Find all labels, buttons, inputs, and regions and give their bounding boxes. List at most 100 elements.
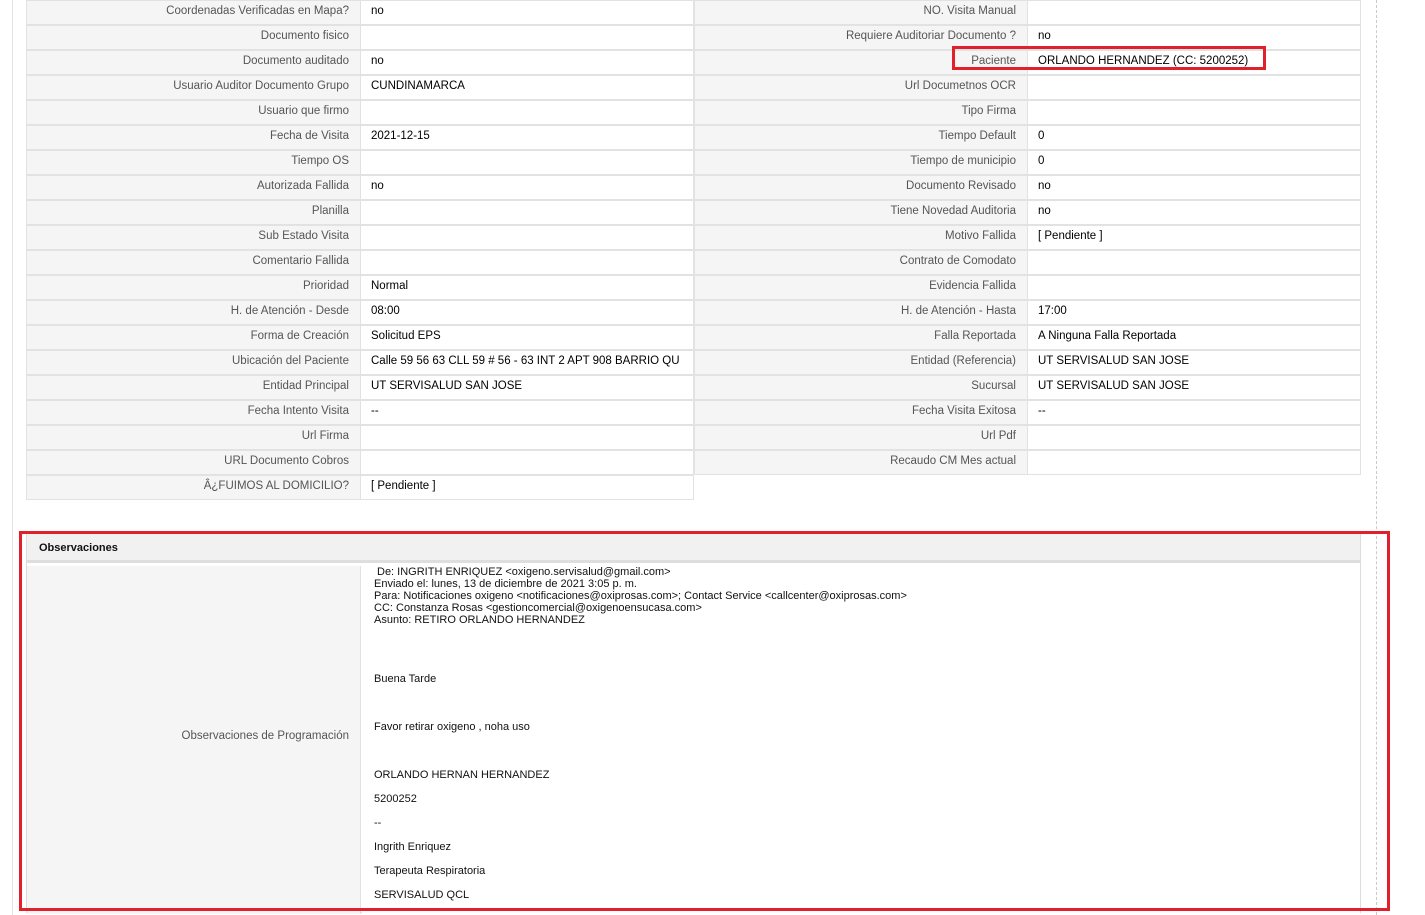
field-label-url-pdf: Url Pdf [694,425,1028,450]
email-signature-company: SERVISALUD QCL [374,889,470,901]
table-row: Usuario Auditor Documento Grupo CUNDINAMA… [26,75,1361,100]
field-value-fecha-intento-visita: -- [360,400,694,425]
email-cc-line: CC: Constanza Rosas <gestioncomercial@ox… [374,602,702,614]
field-label-h-de-atencion-desde: H. de Atención - Desde [26,300,361,325]
field-value-requiere-auditoriar-documento: no [1027,25,1361,50]
field-value-paciente: ORLANDO HERNANDEZ (CC: 5200252) [1027,50,1361,75]
field-label-forma-de-creacion: Forma de Creación [26,325,361,350]
table-row: Planilla Tiene Novedad Auditoria no [26,200,1361,225]
field-label-no-visita-manual: NO. Visita Manual [694,0,1028,25]
field-value-documento-fisico [360,25,694,50]
field-value-autorizada-fallida: no [360,175,694,200]
field-value-url-firma [360,425,694,450]
field-value-h-de-atencion-desde: 08:00 [360,300,694,325]
field-value-url-pdf [1027,425,1361,450]
field-label-motivo-fallida: Motivo Fallida [694,225,1028,250]
table-row: Ubicación del Paciente Calle 59 56 63 CLL… [26,350,1361,375]
email-from-line: De: INGRITH ENRIQUEZ <oxigeno.servisalud… [377,566,671,578]
field-value-no-visita-manual [1027,0,1361,25]
field-label-usuario-auditor-documento-grupo: Usuario Auditor Documento Grupo [26,75,361,100]
field-label-documento-auditado: Documento auditado [26,50,361,75]
field-value-tiempo-os [360,150,694,175]
field-label-coordenadas-verificadas-en-mapa: Coordenadas Verificadas en Mapa? [26,0,361,25]
table-row: Forma de Creación Solicitud EPS Falla Repo… [26,325,1361,350]
field-label-documento-revisado: Documento Revisado [694,175,1028,200]
field-value-url-documetnos-ocr [1027,75,1361,100]
table-row: Â¿FUIMOS AL DOMICILIO?[ Pendiente ] [26,475,1361,500]
field-value-tiempo-de-municipio: 0 [1027,150,1361,175]
field-value-contrato-de-comodato [1027,250,1361,275]
field-value-tipo-firma [1027,100,1361,125]
field-label-planilla: Planilla [26,200,361,225]
field-value-documento-revisado: no [1027,175,1361,200]
field-label-entidad-principal: Entidad Principal [26,375,361,400]
field-label-usuario-que-firmo: Usuario que firmo [26,100,361,125]
visit-details-table: Coordenadas Verificadas en Mapa? no NO. V… [26,0,1361,500]
observaciones-panel: Observaciones Observaciones de Programac… [26,533,1361,914]
table-row: Entidad Principal UT SERVISALUD SAN JOSE S… [26,375,1361,400]
field-value-usuario-que-firmo [360,100,694,125]
field-label-sucursal: Sucursal [694,375,1028,400]
page-right-dashed-border [1376,0,1377,915]
table-row: Fecha de Visita 2021-12-15 Tiempo Default… [26,125,1361,150]
field-label-fecha-de-visita: Fecha de Visita [26,125,361,150]
email-greeting: Buena Tarde [374,673,437,685]
table-row: Documento fisico Requiere Auditoriar Docu… [26,25,1361,50]
field-label-h-de-atencion-hasta: H. de Atención - Hasta [694,300,1028,325]
field-value-entidad-principal: UT SERVISALUD SAN JOSE [360,375,694,400]
field-label-paciente: Paciente [694,50,1028,75]
field-value-ubicacion-del-paciente: Calle 59 56 63 CLL 59 # 56 - 63 INT 2 AP… [360,350,694,375]
field-label-url-documetnos-ocr: Url Documetnos OCR [694,75,1028,100]
email-to-line: Para: Notificaciones oxigeno <notificaci… [374,590,907,602]
email-patient-name: ORLANDO HERNAN HERNANDEZ [374,769,550,781]
table-row: Documento auditado no Paciente ORLANDO HER… [26,50,1361,75]
page-left-border [12,0,13,915]
field-value-recaudo-cm-mes-actual [1027,450,1361,475]
table-row: URL Documento Cobros Recaudo CM Mes actua… [26,450,1361,475]
field-label-requiere-auditoriar-documento: Requiere Auditoriar Documento ? [694,25,1028,50]
field-label-autorizada-fallida: Autorizada Fallida [26,175,361,200]
table-row: Fecha Intento Visita -- Fecha Visita Exit… [26,400,1361,425]
table-row: Url Firma Url Pdf [26,425,1361,450]
email-sent-line: Enviado el: lunes, 13 de diciembre de 20… [374,578,637,590]
observaciones-programacion-value: De: INGRITH ENRIQUEZ <oxigeno.servisalud… [362,566,1360,914]
field-label-contrato-de-comodato: Contrato de Comodato [694,250,1028,275]
table-row: Comentario Fallida Contrato de Comodato [26,250,1361,275]
field-label-comentario-fallida: Comentario Fallida [26,250,361,275]
field-value-fecha-visita-exitosa: -- [1027,400,1361,425]
table-row: Coordenadas Verificadas en Mapa? no NO. V… [26,0,1361,25]
field-label-tiempo-de-municipio: Tiempo de municipio [694,150,1028,175]
field-value-tiempo-default: 0 [1027,125,1361,150]
field-label-sub-estado-visita: Sub Estado Visita [26,225,361,250]
field-label-documento-fisico: Documento fisico [26,25,361,50]
field-value-evidencia-fallida [1027,275,1361,300]
field-value-sub-estado-visita [360,225,694,250]
field-value-h-de-atencion-hasta: 17:00 [1027,300,1361,325]
field-label-url-documento-cobros: URL Documento Cobros [26,450,361,475]
email-separator: -- [374,817,382,829]
field-label-fecha-intento-visita: Fecha Intento Visita [26,400,361,425]
field-value-planilla [360,200,694,225]
field-value-entidad-referencia: UT SERVISALUD SAN JOSE [1027,350,1361,375]
field-value-a-fuimos-al-domicilio: [ Pendiente ] [360,475,694,500]
field-label-a-fuimos-al-domicilio: Â¿FUIMOS AL DOMICILIO? [26,475,361,500]
table-row: Autorizada Fallida no Documento Revisado … [26,175,1361,200]
field-value-url-documento-cobros [360,450,694,475]
field-value-forma-de-creacion: Solicitud EPS [360,325,694,350]
field-label-tiene-novedad-auditoria: Tiene Novedad Auditoria [694,200,1028,225]
table-row: Tiempo OS Tiempo de municipio 0 [26,150,1361,175]
field-label-fecha-visita-exitosa: Fecha Visita Exitosa [694,400,1028,425]
field-value-fecha-de-visita: 2021-12-15 [360,125,694,150]
table-row: Usuario que firmo Tipo Firma [26,100,1361,125]
field-label-url-firma: Url Firma [26,425,361,450]
field-value-falla-reportada: A Ninguna Falla Reportada [1027,325,1361,350]
field-value-comentario-fallida [360,250,694,275]
email-subject-line: Asunto: RETIRO ORLANDO HERNANDEZ [374,614,585,626]
observaciones-programacion-label: Observaciones de Programación [27,566,361,914]
field-label-entidad-referencia: Entidad (Referencia) [694,350,1028,375]
field-value-sucursal: UT SERVISALUD SAN JOSE [1027,375,1361,400]
email-message: Favor retirar oxigeno , noha uso [374,721,530,733]
field-value-tiene-novedad-auditoria: no [1027,200,1361,225]
email-signature-role: Terapeuta Respiratoria [374,865,486,877]
field-value-coordenadas-verificadas-en-mapa: no [360,0,694,25]
